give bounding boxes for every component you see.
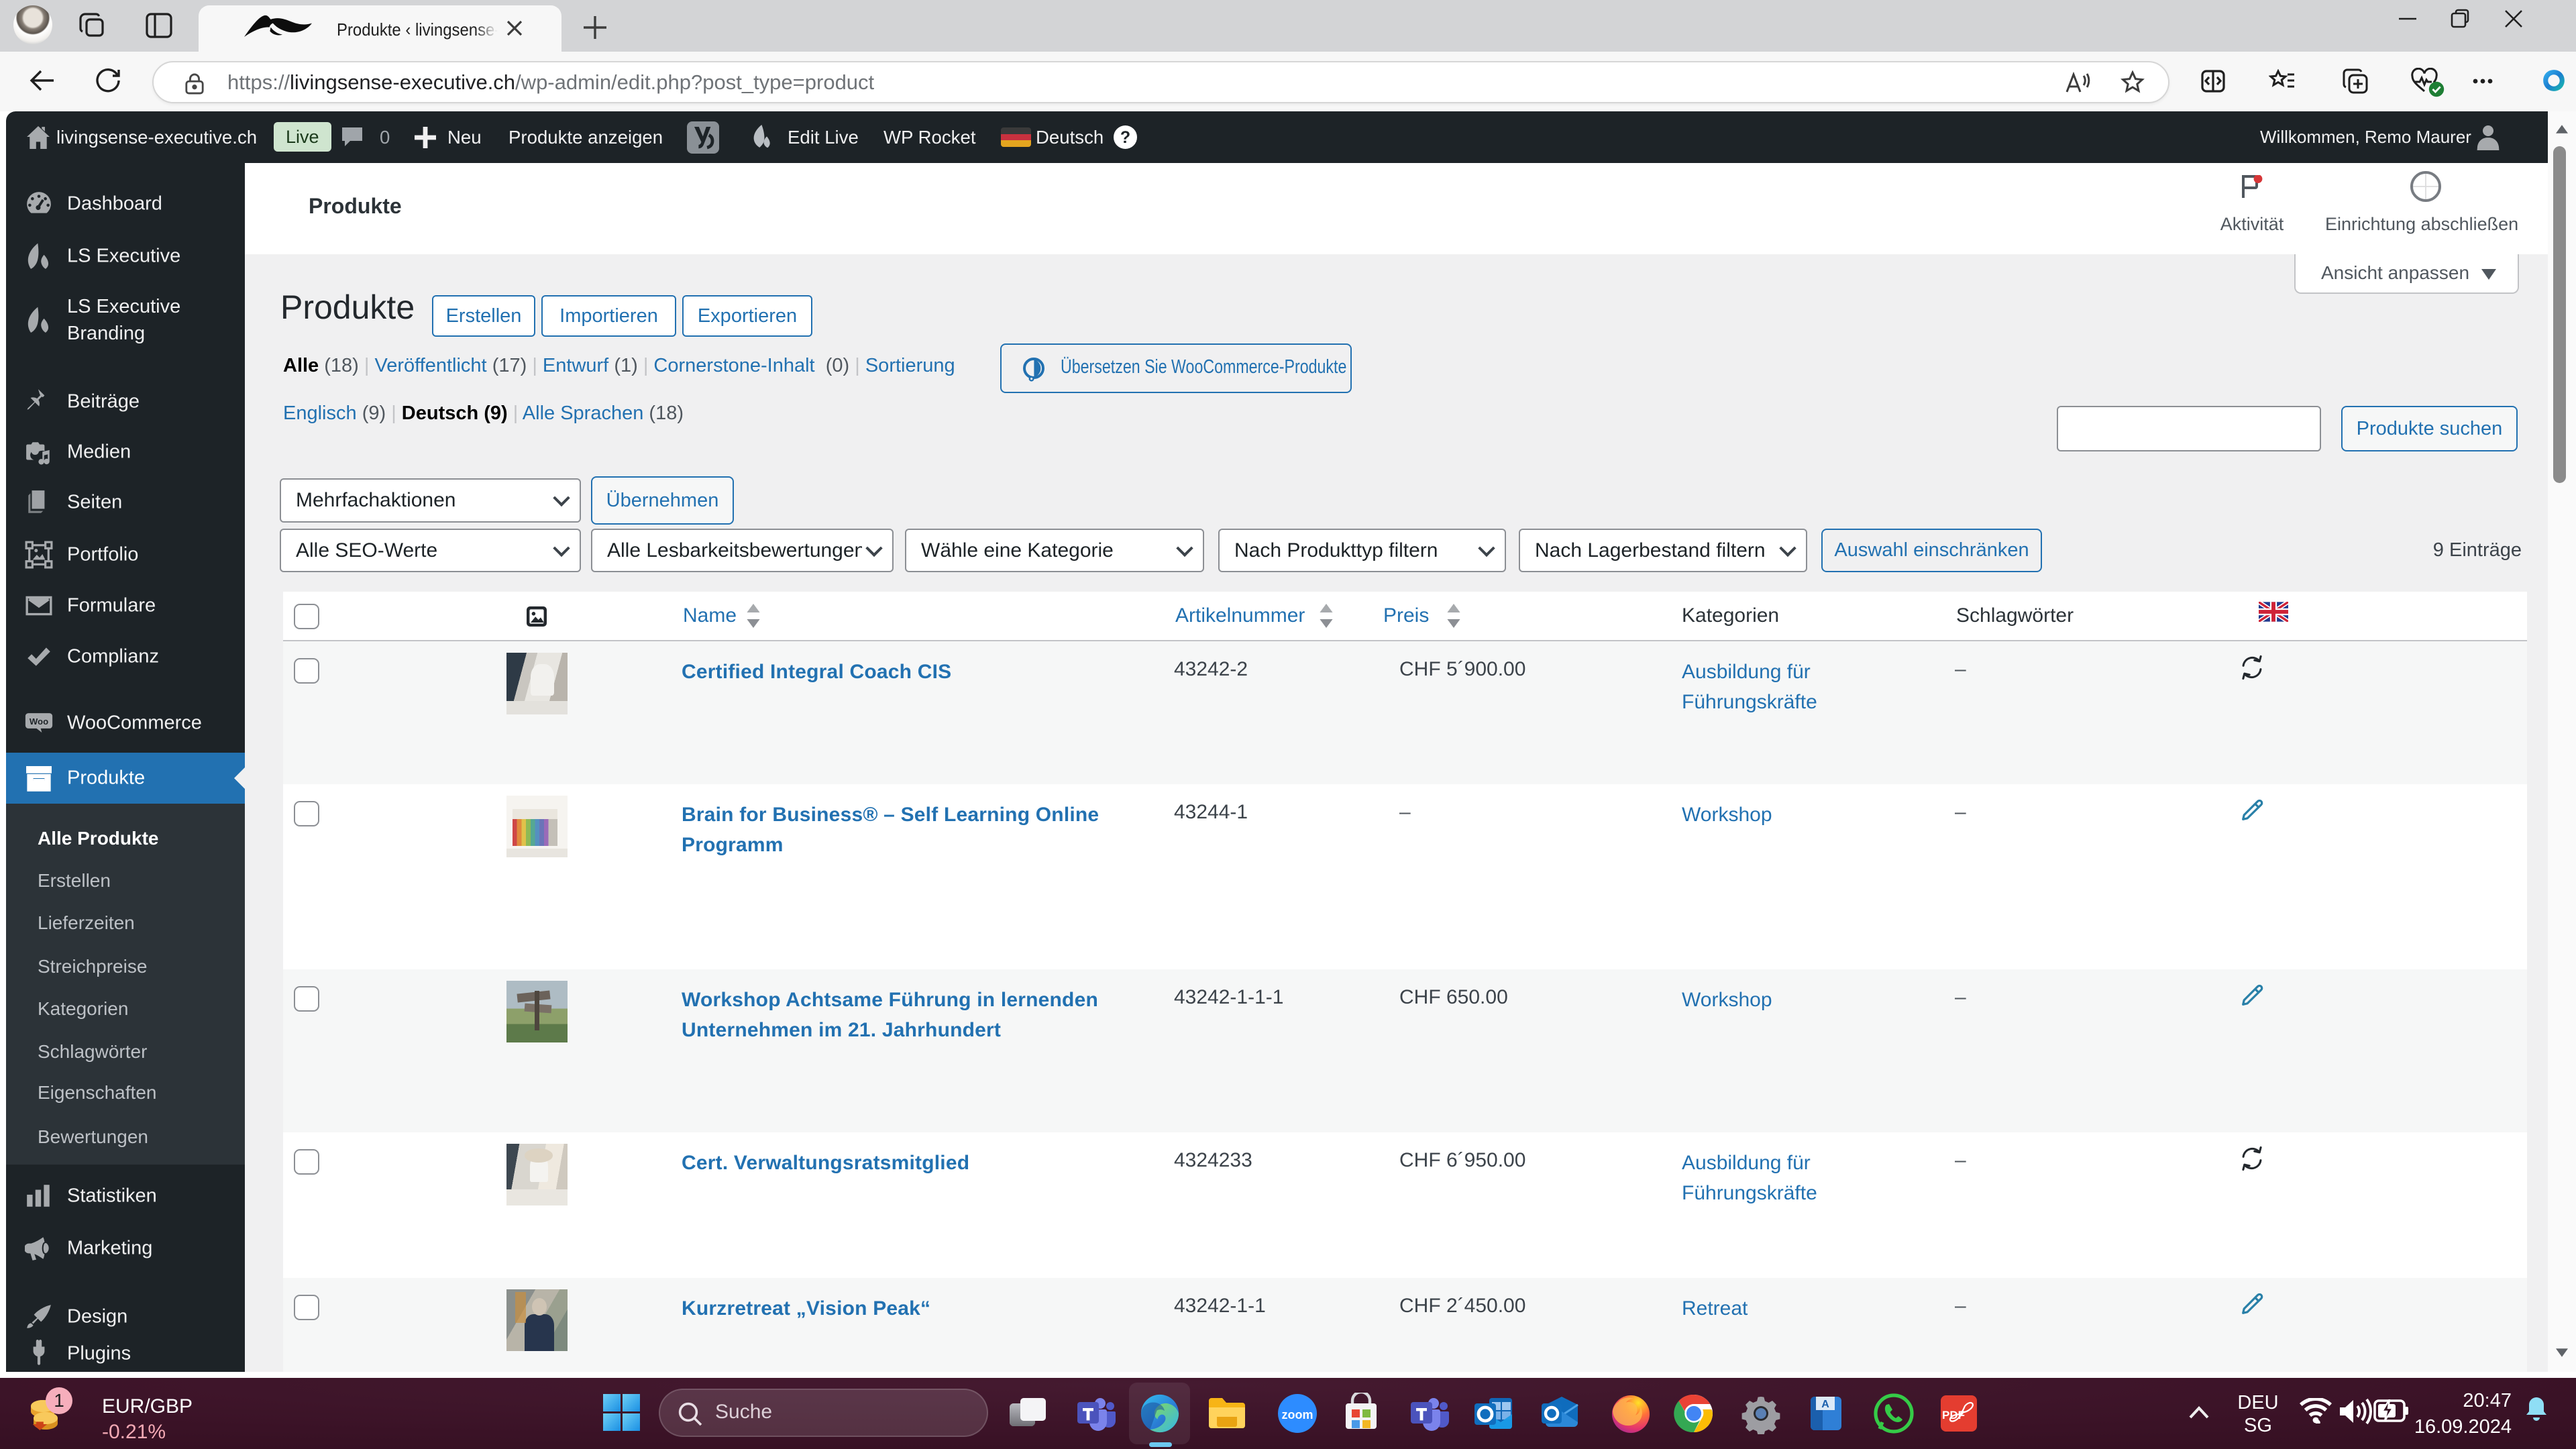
svg-text:Woo: Woo (30, 716, 48, 727)
svg-text:zoom: zoom (1282, 1408, 1313, 1421)
svg-text:A: A (1821, 1399, 1829, 1410)
